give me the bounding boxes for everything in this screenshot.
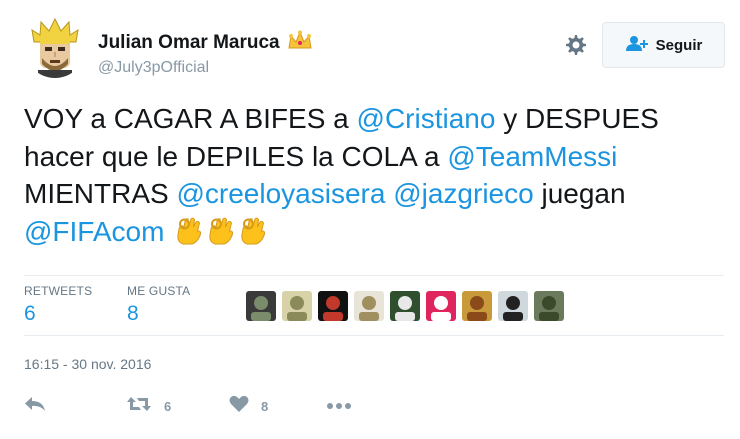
liker-avatar[interactable]	[318, 291, 348, 321]
retweet-count: 6	[164, 398, 172, 414]
likes-stat[interactable]: ME GUSTA 8	[127, 284, 190, 326]
user-avatar[interactable]	[24, 16, 86, 78]
tweet-text-segment: VOY a CAGAR A BIFES a	[24, 103, 357, 134]
more-icon	[326, 397, 352, 415]
tweet-header: Julian Omar Maruca @July3pOfficial Segui…	[24, 16, 725, 84]
follow-button[interactable]: Seguir	[602, 22, 725, 68]
divider-bottom	[24, 335, 724, 336]
divider-top	[24, 275, 724, 276]
ok-hand-icon	[206, 213, 236, 255]
liker-avatar[interactable]	[354, 291, 384, 321]
retweets-stat[interactable]: RETWEETS 6	[24, 284, 92, 326]
tweet-timestamp[interactable]: 16:15 - 30 nov. 2016	[24, 356, 151, 372]
gear-icon[interactable]	[564, 33, 588, 57]
tweet-text: VOY a CAGAR A BIFES a @Cristiano y DESPU…	[24, 100, 724, 254]
crown-icon	[287, 30, 313, 58]
liker-avatar[interactable]	[282, 291, 312, 321]
reply-button[interactable]	[24, 394, 46, 418]
display-name-text[interactable]: Julian Omar Maruca	[98, 32, 280, 53]
retweet-button[interactable]: 6	[126, 394, 171, 418]
liker-avatar[interactable]	[498, 291, 528, 321]
tweet-text-segment	[164, 216, 172, 247]
tweet-mention-link[interactable]: @Cristiano	[357, 103, 496, 134]
like-button[interactable]: 8	[229, 394, 268, 418]
tweet-mention-link[interactable]: @jazgrieco	[393, 178, 533, 209]
ok-hand-icon	[174, 213, 204, 255]
ok-hand-icon	[238, 213, 268, 255]
follow-button-label: Seguir	[655, 36, 703, 54]
likes-label: ME GUSTA	[127, 284, 191, 298]
retweets-label: RETWEETS	[24, 284, 93, 298]
more-button[interactable]	[326, 394, 352, 418]
tweet-mention-link[interactable]: @TeamMessi	[447, 141, 617, 172]
follow-user-icon	[625, 35, 649, 56]
tweet-mention-link[interactable]: @FIFAcom	[24, 216, 164, 247]
like-count: 8	[261, 398, 269, 414]
tweet-text-segment: juegan	[533, 178, 626, 209]
likes-value[interactable]: 8	[127, 302, 190, 326]
liker-avatar[interactable]	[462, 291, 492, 321]
liker-avatar[interactable]	[246, 291, 276, 321]
reply-icon	[24, 395, 46, 418]
display-name[interactable]: Julian Omar Maruca	[98, 30, 313, 58]
tweet-mention-link[interactable]: @creeloyasisera	[176, 178, 385, 209]
liker-avatar[interactable]	[534, 291, 564, 321]
retweet-icon	[126, 395, 152, 418]
liker-avatar[interactable]	[426, 291, 456, 321]
liker-avatar[interactable]	[390, 291, 420, 321]
user-handle[interactable]: @July3pOfficial	[98, 59, 209, 77]
retweets-value[interactable]: 6	[24, 302, 92, 326]
liker-avatars	[246, 291, 564, 321]
tweet-text-segment: MIENTRAS	[24, 178, 177, 209]
heart-icon	[229, 395, 249, 418]
